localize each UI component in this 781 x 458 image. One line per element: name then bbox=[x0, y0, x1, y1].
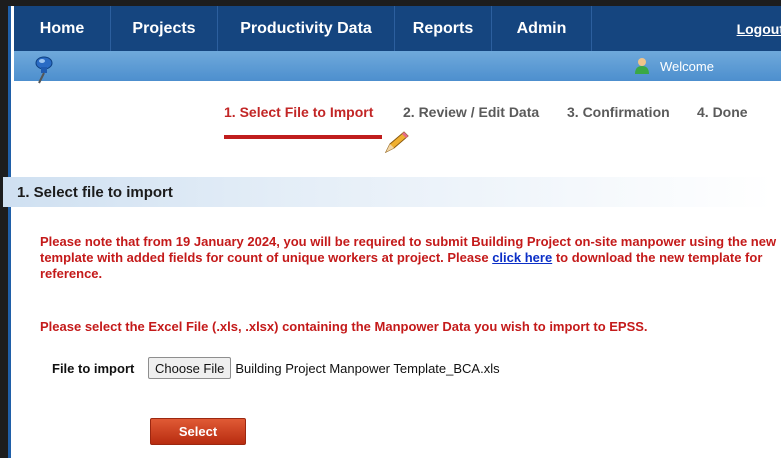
template-notice: Please note that from 19 January 2024, y… bbox=[40, 234, 778, 282]
nav-productivity-data[interactable]: Productivity Data bbox=[218, 6, 395, 51]
section-header: 1. Select file to import bbox=[3, 177, 773, 207]
select-button[interactable]: Select bbox=[150, 418, 246, 445]
top-nav: Home Projects Productivity Data Reports … bbox=[14, 6, 781, 51]
pushpin-icon bbox=[35, 56, 53, 84]
file-row: File to import Choose File Building Proj… bbox=[52, 357, 500, 379]
user-icon bbox=[635, 58, 649, 74]
selected-file-name: Building Project Manpower Template_BCA.x… bbox=[235, 360, 500, 376]
nav-projects[interactable]: Projects bbox=[111, 6, 218, 51]
step-review-edit[interactable]: 2. Review / Edit Data bbox=[403, 104, 539, 120]
select-instructions: Please select the Excel File (.xls, .xls… bbox=[40, 319, 648, 334]
window-frame: Home Projects Productivity Data Reports … bbox=[0, 0, 781, 458]
pencil-icon bbox=[384, 131, 409, 154]
sub-bar: Welcome bbox=[14, 51, 781, 84]
wizard-steps: 1. Select File to Import 2. Review / Edi… bbox=[0, 104, 781, 124]
nav-spacer bbox=[592, 6, 694, 51]
logout-link[interactable]: Logout bbox=[694, 6, 781, 51]
welcome-text: Welcome bbox=[660, 58, 714, 74]
nav-home[interactable]: Home bbox=[14, 6, 111, 51]
click-here-link[interactable]: click here bbox=[492, 250, 552, 265]
active-step-underline bbox=[224, 135, 382, 139]
nav-reports[interactable]: Reports bbox=[395, 6, 492, 51]
welcome-area: Welcome bbox=[634, 57, 714, 75]
step-select-file[interactable]: 1. Select File to Import bbox=[224, 104, 373, 120]
file-to-import-label: File to import bbox=[52, 360, 135, 376]
step-done[interactable]: 4. Done bbox=[697, 104, 748, 120]
step-confirmation[interactable]: 3. Confirmation bbox=[567, 104, 670, 120]
nav-admin[interactable]: Admin bbox=[492, 6, 592, 51]
page-container: Home Projects Productivity Data Reports … bbox=[8, 6, 781, 458]
choose-file-button[interactable]: Choose File bbox=[148, 357, 232, 379]
